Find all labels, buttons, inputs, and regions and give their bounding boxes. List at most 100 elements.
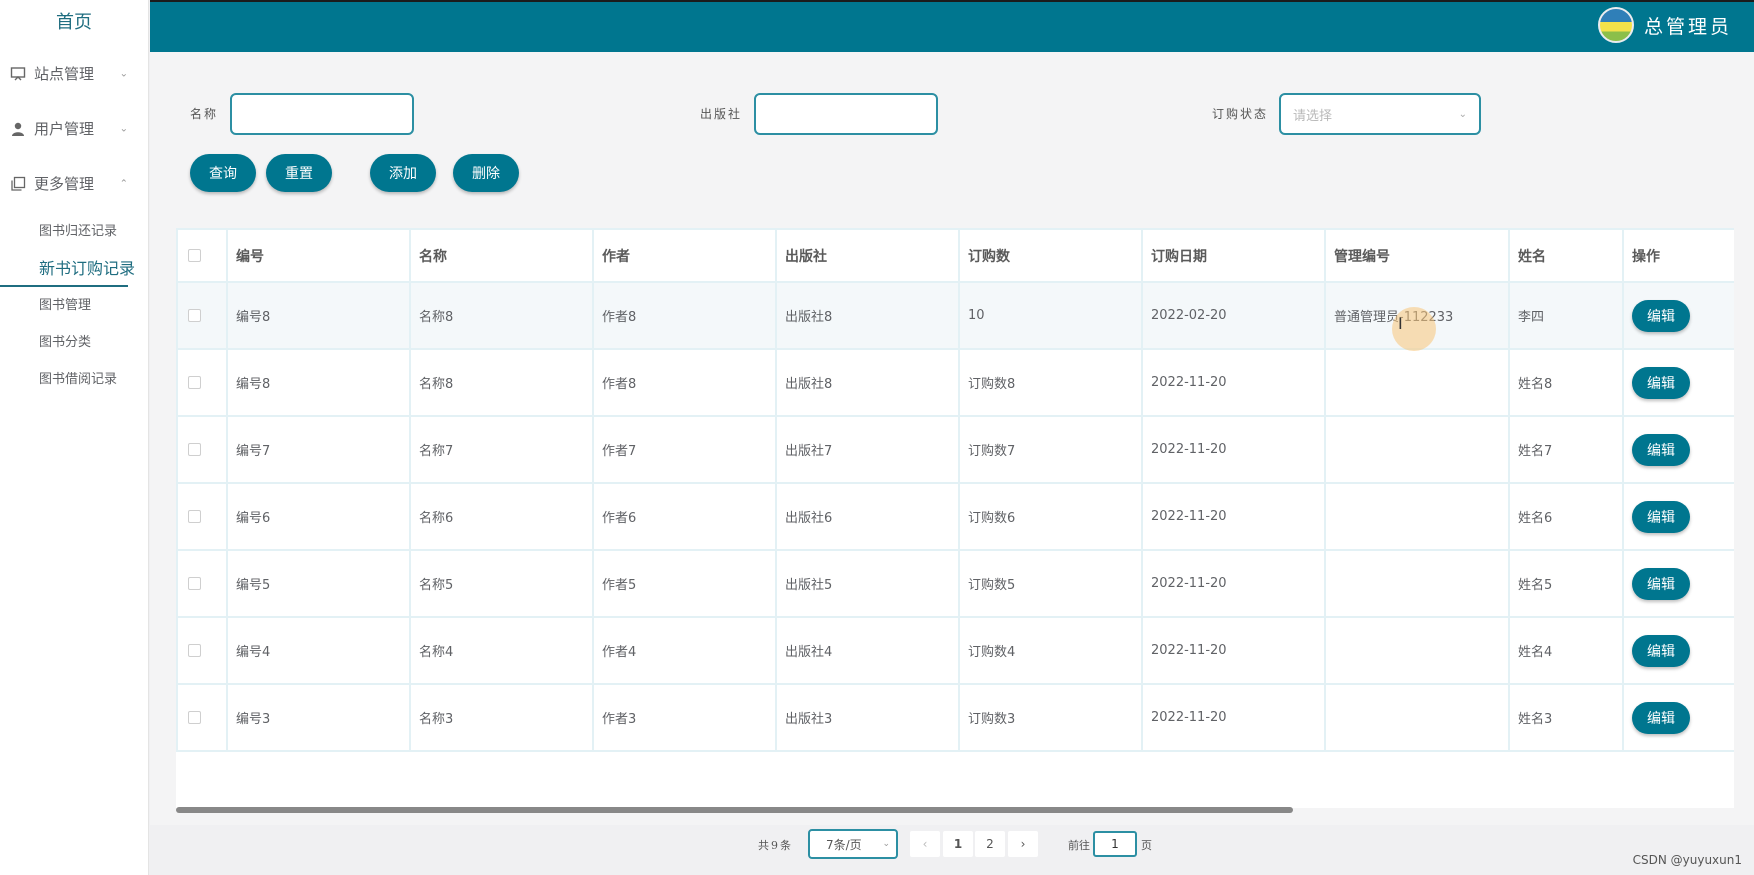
column-header[interactable]: 出版社 [775, 228, 960, 283]
table-cell: 李四 [1508, 281, 1624, 350]
prev-page-button[interactable]: ‹ [910, 831, 940, 857]
table-cell: 编号5 [226, 549, 411, 618]
avatar[interactable] [1598, 7, 1634, 43]
sidebar-item-user-management[interactable]: 用户管理 ⌄ [0, 101, 148, 156]
table-cell: 出版社5 [775, 549, 960, 618]
table-cell: 作者6 [592, 482, 777, 551]
chevron-down-icon: ⌄ [119, 123, 128, 134]
table-row[interactable]: 编号8 名称8 作者8 出版社8 订购数8 2022-11-20 姓名8 编辑 [176, 348, 1734, 417]
publisher-input[interactable] [754, 93, 938, 135]
table-row[interactable]: 编号5 名称5 作者5 出版社5 订购数5 2022-11-20 姓名5 编辑 [176, 549, 1734, 618]
table-cell: 名称7 [409, 415, 594, 484]
edit-button[interactable]: 编辑 [1632, 500, 1690, 533]
sidebar-item-more-management[interactable]: 更多管理 ⌃ [0, 156, 148, 211]
page-unit-label: 页 [1141, 839, 1152, 852]
table-cell: 出版社6 [775, 482, 960, 551]
table-cell: 名称8 [409, 281, 594, 350]
actions-cell: 编辑 [1622, 616, 1734, 685]
actions-cell: 编辑 [1622, 549, 1734, 618]
sidebar-item-label: 更多管理 [34, 175, 95, 193]
column-header[interactable]: 姓名 [1508, 228, 1624, 283]
watermark: CSDN @yuyuxun1 [1632, 853, 1742, 867]
table-row[interactable]: 编号6 名称6 作者6 出版社6 订购数6 2022-11-20 姓名6 编辑 [176, 482, 1734, 551]
column-header[interactable]: 订购数 [958, 228, 1143, 283]
table-cell: 名称8 [409, 348, 594, 417]
table-row[interactable]: 编号4 名称4 作者4 出版社4 订购数4 2022-11-20 姓名4 编辑 [176, 616, 1734, 685]
page-2-button[interactable]: 2 [975, 831, 1005, 857]
actions-cell: 编辑 [1622, 683, 1734, 752]
edit-button[interactable]: 编辑 [1632, 366, 1690, 399]
row-select-cell [176, 616, 228, 685]
table-row[interactable]: 编号7 名称7 作者7 出版社7 订购数7 2022-11-20 姓名7 编辑 [176, 415, 1734, 484]
row-select-cell [176, 482, 228, 551]
sidebar-subitem-order-records[interactable]: 新书订购记录 [0, 250, 148, 287]
horizontal-scrollbar[interactable] [176, 807, 1293, 813]
sidebar-item-site-management[interactable]: 站点管理 ⌄ [0, 46, 148, 101]
row-checkbox[interactable] [188, 309, 201, 322]
page-1-button[interactable]: 1 [943, 831, 973, 857]
column-header[interactable]: 订购日期 [1141, 228, 1326, 283]
table-row[interactable]: 编号3 名称3 作者3 出版社3 订购数3 2022-11-20 姓名3 编辑 [176, 683, 1734, 752]
edit-button[interactable]: 编辑 [1632, 433, 1690, 466]
reset-button[interactable]: 重置 [266, 154, 332, 192]
table-cell: 作者4 [592, 616, 777, 685]
row-checkbox[interactable] [188, 510, 201, 523]
table-header-row: 编号 名称 作者 出版社 订购数 订购日期 管理编号 姓名 操作 [176, 228, 1734, 283]
row-checkbox[interactable] [188, 577, 201, 590]
sidebar-subitem-borrow-records[interactable]: 图书借阅记录 [0, 361, 148, 398]
table-cell: 出版社8 [775, 281, 960, 350]
chevron-up-icon: ⌃ [119, 178, 128, 189]
name-input[interactable] [230, 93, 414, 135]
admin-name[interactable]: 总管理员 [1644, 12, 1732, 39]
status-label: 订购状态 [1212, 107, 1269, 121]
row-checkbox[interactable] [188, 644, 201, 657]
row-checkbox[interactable] [188, 711, 201, 724]
delete-button[interactable]: 删除 [453, 154, 519, 192]
actions-cell: 编辑 [1622, 482, 1734, 551]
select-all-cell [176, 228, 228, 283]
sidebar-subitem-book-management[interactable]: 图书管理 [0, 287, 148, 324]
column-header[interactable]: 作者 [592, 228, 777, 283]
table-cell: 名称6 [409, 482, 594, 551]
page-size-select[interactable]: 7条/页 ⌄ [808, 829, 898, 859]
action-buttons: 查询 重置 添加 删除 [150, 154, 1754, 194]
row-select-cell [176, 683, 228, 752]
table-cell: 姓名8 [1508, 348, 1624, 417]
edit-button[interactable]: 编辑 [1632, 299, 1690, 332]
row-checkbox[interactable] [188, 443, 201, 456]
row-select-cell [176, 281, 228, 350]
status-select[interactable]: 请选择 ⌄ [1279, 93, 1481, 135]
sidebar-home-link[interactable]: 首页 [0, 0, 148, 46]
sidebar-subitem-book-category[interactable]: 图书分类 [0, 324, 148, 361]
table-cell: 作者8 [592, 348, 777, 417]
column-header[interactable]: 管理编号 [1324, 228, 1510, 283]
edit-button[interactable]: 编辑 [1632, 634, 1690, 667]
top-header: 总管理员 [150, 0, 1754, 52]
add-button[interactable]: 添加 [370, 154, 436, 192]
table-cell: 姓名3 [1508, 683, 1624, 752]
monitor-icon [10, 66, 26, 80]
edit-button[interactable]: 编辑 [1632, 567, 1690, 600]
goto-page-input[interactable]: 1 [1093, 831, 1137, 857]
actions-cell: 编辑 [1622, 415, 1734, 484]
query-button[interactable]: 查询 [190, 154, 256, 192]
column-header[interactable]: 名称 [409, 228, 594, 283]
table-cell [1324, 482, 1510, 551]
copy-icon [11, 176, 26, 191]
sidebar-subitem-return-records[interactable]: 图书归还记录 [0, 213, 148, 250]
table-cell: 订购数4 [958, 616, 1143, 685]
column-header[interactable]: 编号 [226, 228, 411, 283]
table-cell: 编号8 [226, 348, 411, 417]
sidebar-item-label: 用户管理 [34, 120, 95, 138]
sidebar: 首页 站点管理 ⌄ 用户管理 ⌄ 更多管理 ⌃ 图书归还记录 新书订购记录 图书… [0, 0, 149, 875]
search-form: 名称 出版社 订购状态 请选择 ⌄ [150, 93, 1754, 135]
row-checkbox[interactable] [188, 376, 201, 389]
chevron-down-icon: ⌄ [119, 68, 128, 79]
next-page-button[interactable]: › [1008, 831, 1038, 857]
table-cell: 出版社7 [775, 415, 960, 484]
table-row[interactable]: 编号8 名称8 作者8 出版社8 10 2022-02-20 普通管理员-112233 李四编… [176, 281, 1734, 350]
table-cell [1324, 683, 1510, 752]
select-all-checkbox[interactable] [188, 249, 201, 262]
edit-button[interactable]: 编辑 [1632, 701, 1690, 734]
table-cell: 名称4 [409, 616, 594, 685]
